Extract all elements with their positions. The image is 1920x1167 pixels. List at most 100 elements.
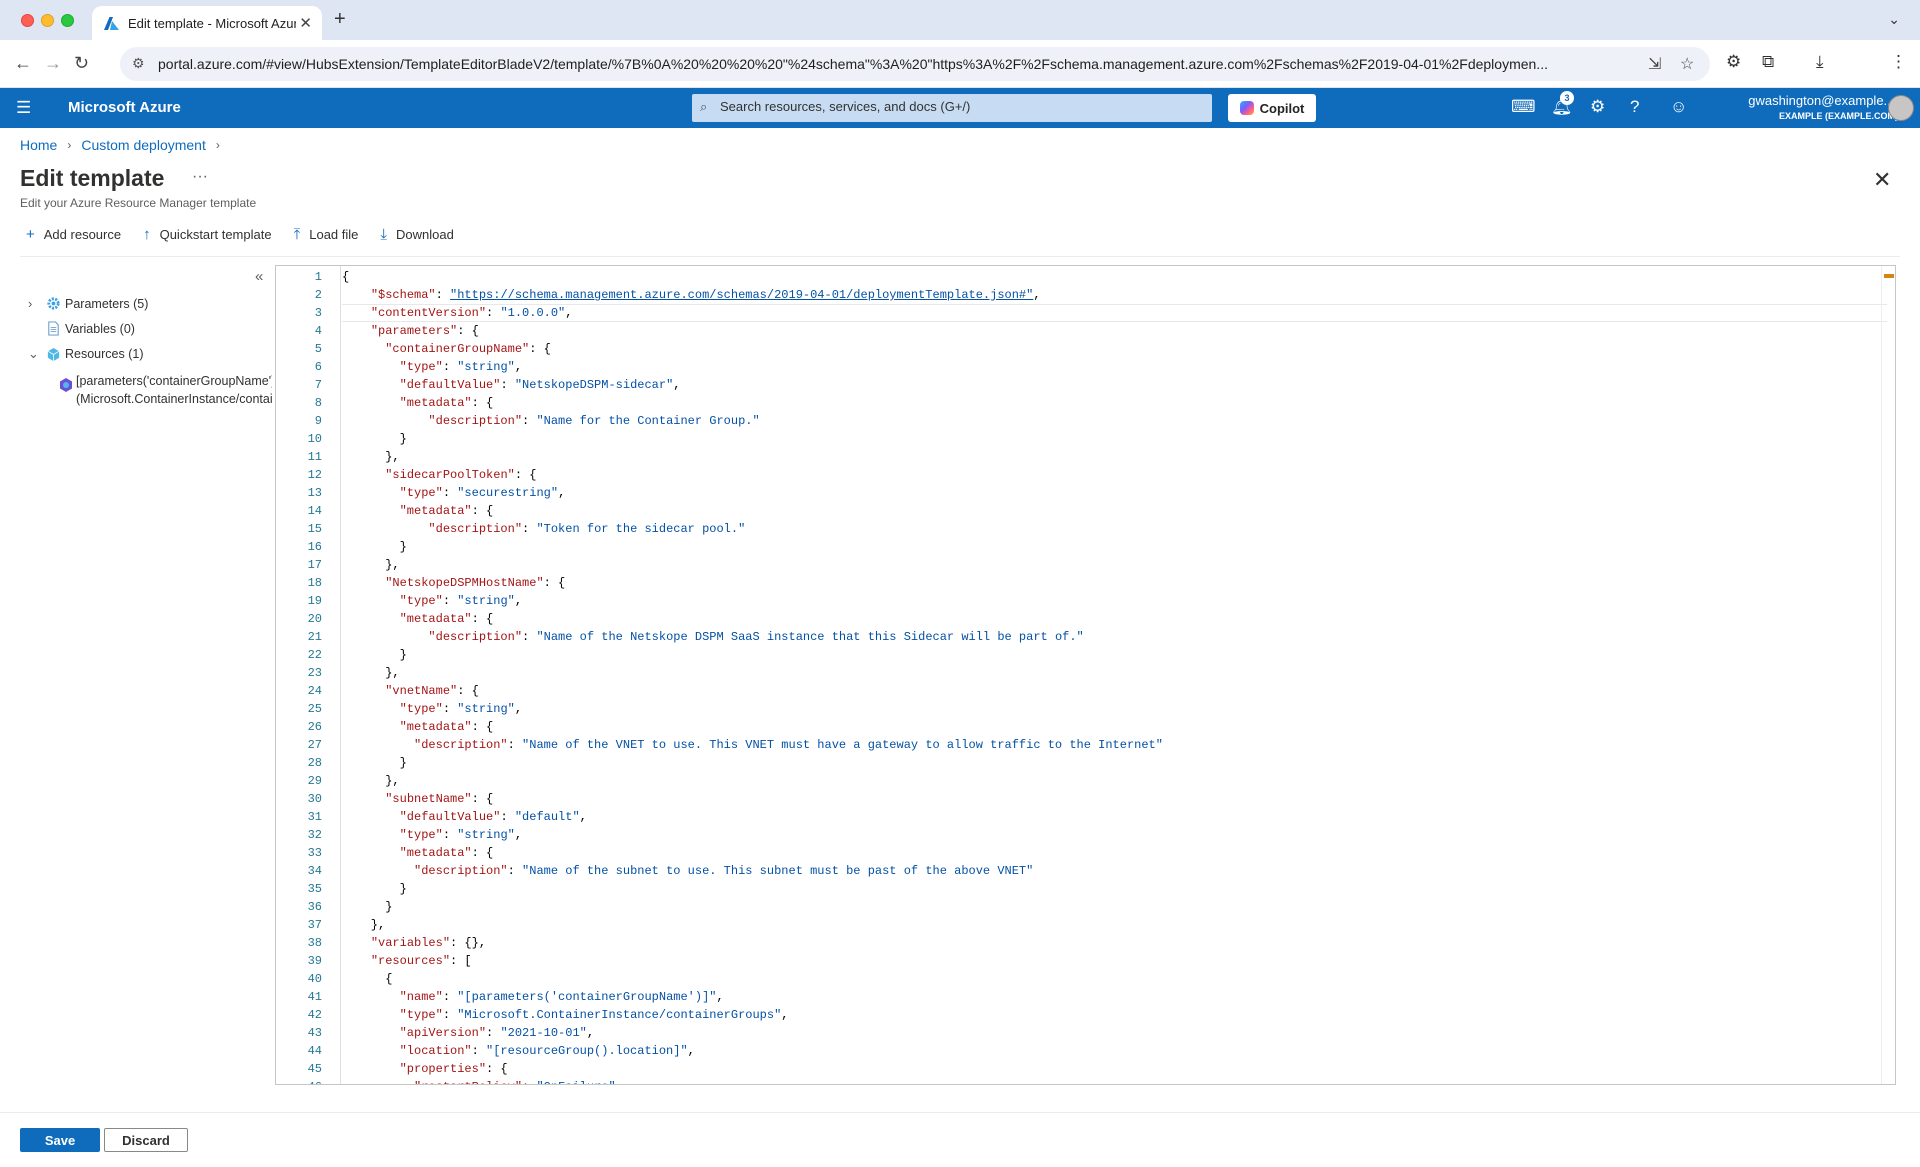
code-line[interactable]: "description": "Name for the Container G…	[342, 412, 759, 430]
reload-icon[interactable]: ↻	[74, 53, 89, 74]
maximize-window-button[interactable]	[61, 14, 74, 27]
code-line[interactable]: "type": "string",	[342, 700, 522, 718]
code-line[interactable]: "vnetName": {	[342, 682, 479, 700]
command-bar: + Add resource ↑ Quickstart template ⤒ L…	[26, 226, 454, 243]
code-line[interactable]: "restartPolicy": "OnFailure",	[342, 1078, 623, 1084]
code-line[interactable]: "sidecarPoolToken": {	[342, 466, 536, 484]
code-line[interactable]: "parameters": {	[342, 322, 479, 340]
cloud-shell-icon[interactable]: ⌨	[1511, 97, 1536, 117]
code-line[interactable]: "metadata": {	[342, 394, 494, 412]
code-line[interactable]: "$schema": "https://schema.management.az…	[342, 286, 1041, 304]
code-line[interactable]: "type": "string",	[342, 592, 522, 610]
code-line[interactable]: "variables": {},	[342, 934, 486, 952]
site-info-icon[interactable]: ⚙	[132, 55, 145, 72]
back-arrow-icon[interactable]: ←	[14, 53, 32, 74]
tree-node-variables[interactable]: Variables (0)	[28, 321, 135, 336]
code-line[interactable]: "apiVersion": "2021-10-01",	[342, 1024, 594, 1042]
code-line[interactable]: "defaultValue": "default",	[342, 808, 587, 826]
code-line[interactable]: "type": "Microsoft.ContainerInstance/con…	[342, 1006, 789, 1024]
code-line[interactable]: "description": "Name of the Netskope DSP…	[342, 628, 1083, 646]
load-file-button[interactable]: ⤒ Load file	[294, 226, 359, 243]
code-line[interactable]: "description": "Name of the VNET to use.…	[342, 736, 1163, 754]
code-line[interactable]: },	[342, 664, 399, 682]
code-line[interactable]: "name": "[parameters('containerGroupName…	[342, 988, 724, 1006]
code-line[interactable]: "resources": [	[342, 952, 472, 970]
code-line[interactable]: "metadata": {	[342, 718, 494, 736]
code-line[interactable]: "NetskopeDSPMHostName": {	[342, 574, 565, 592]
url-text[interactable]: portal.azure.com/#view/HubsExtension/Tem…	[158, 56, 1638, 72]
code-line[interactable]: "containerGroupName": {	[342, 340, 551, 358]
breadcrumb-home[interactable]: Home	[20, 137, 57, 153]
code-line[interactable]: },	[342, 556, 399, 574]
line-number: 24	[307, 684, 322, 698]
code-line[interactable]: "defaultValue": "NetskopeDSPM-sidecar",	[342, 376, 681, 394]
code-line[interactable]: {	[342, 268, 349, 286]
code-line[interactable]: "properties": {	[342, 1060, 508, 1078]
account-name[interactable]: gwashington@example....	[1700, 93, 1898, 108]
chevron-right-icon[interactable]: ›	[28, 296, 42, 311]
resources-cube-icon	[47, 347, 60, 361]
code-line[interactable]: "description": "Name of the subnet to us…	[342, 862, 1033, 880]
add-resource-button[interactable]: + Add resource	[26, 226, 121, 243]
tree-node-container-group[interactable]: [parameters('containerGroupName')] (Micr…	[76, 372, 272, 408]
install-app-icon[interactable]: ⇲	[1648, 54, 1661, 74]
code-line[interactable]: "location": "[resourceGroup().location]"…	[342, 1042, 695, 1060]
close-blade-icon[interactable]: ✕	[1873, 167, 1891, 193]
feedback-icon[interactable]: ☺	[1670, 97, 1687, 117]
code-line[interactable]: "type": "string",	[342, 826, 522, 844]
code-line[interactable]: },	[342, 772, 399, 790]
code-line[interactable]: "metadata": {	[342, 844, 494, 862]
portal-menu-icon[interactable]: ☰	[16, 98, 31, 118]
new-tab-button[interactable]: +	[334, 8, 346, 31]
code-line[interactable]: "type": "securestring",	[342, 484, 566, 502]
more-options-button[interactable]: ···	[192, 168, 208, 186]
extension-gear-icon[interactable]: ⚙	[1726, 52, 1741, 72]
download-button[interactable]: ⤓ Download	[380, 226, 453, 243]
code-line[interactable]: }	[342, 430, 407, 448]
chevron-down-icon[interactable]: ⌄	[28, 346, 42, 362]
settings-gear-icon[interactable]: ⚙	[1590, 97, 1605, 117]
code-line[interactable]: },	[342, 916, 385, 934]
code-line[interactable]: "description": "Token for the sidecar po…	[342, 520, 745, 538]
code-line[interactable]: }	[342, 646, 407, 664]
code-line[interactable]: "metadata": {	[342, 610, 494, 628]
browser-tab-active[interactable]: Edit template - Microsoft Azure ✕	[92, 6, 322, 40]
portal-brand[interactable]: Microsoft Azure	[68, 99, 181, 116]
downloads-icon[interactable]: ⤓	[1816, 52, 1824, 72]
code-line[interactable]: "metadata": {	[342, 502, 494, 520]
editor-vertical-scrollbar[interactable]	[1881, 266, 1895, 1084]
code-line[interactable]: }	[342, 880, 407, 898]
close-window-button[interactable]	[21, 14, 34, 27]
code-line[interactable]: }	[342, 754, 407, 772]
code-line[interactable]: "subnetName": {	[342, 790, 493, 808]
save-button[interactable]: Save	[20, 1128, 100, 1152]
global-search-input[interactable]	[720, 99, 1200, 114]
copilot-button[interactable]: Copilot	[1228, 94, 1316, 122]
code-line[interactable]: {	[342, 970, 392, 988]
bookmark-star-icon[interactable]: ☆	[1680, 54, 1694, 74]
code-line[interactable]: }	[342, 898, 392, 916]
tab-close-icon[interactable]: ✕	[299, 14, 312, 32]
code-line[interactable]: },	[342, 448, 399, 466]
discard-button[interactable]: Discard	[104, 1128, 188, 1152]
code-line[interactable]: }	[342, 538, 407, 556]
account-directory[interactable]: EXAMPLE (EXAMPLE.COM)	[1700, 111, 1898, 121]
global-search[interactable]: ⌕	[692, 94, 1212, 122]
tree-node-resources[interactable]: ⌄ Resources (1)	[28, 346, 144, 362]
url-bar[interactable]: ⚙ portal.azure.com/#view/HubsExtension/T…	[120, 47, 1710, 81]
collapse-panel-icon[interactable]: «	[255, 268, 263, 285]
breadcrumb-custom-deployment[interactable]: Custom deployment	[81, 137, 206, 153]
code-line[interactable]: "contentVersion": "1.0.0.0",	[342, 304, 573, 322]
template-code-editor[interactable]: 1 2 3 4 5 6 7 8 9 10 11 12 13 14 15 16 17 18 19 20 21 22 23 24 2…	[275, 265, 1896, 1085]
browser-menu-icon[interactable]: ⋮	[1890, 52, 1907, 72]
extensions-puzzle-icon[interactable]: ⧉	[1762, 52, 1774, 72]
help-icon[interactable]: ?	[1630, 97, 1639, 117]
minimize-window-button[interactable]	[41, 14, 54, 27]
tree-node-parameters[interactable]: › Parameters (5)	[28, 296, 148, 311]
quickstart-template-button[interactable]: ↑ Quickstart template	[143, 226, 272, 243]
tab-search-icon[interactable]: ⌄	[1888, 11, 1900, 28]
account-avatar[interactable]	[1888, 95, 1914, 121]
load-file-label: Load file	[309, 227, 359, 242]
forward-arrow-icon[interactable]: →	[44, 53, 62, 74]
code-line[interactable]: "type": "string",	[342, 358, 522, 376]
